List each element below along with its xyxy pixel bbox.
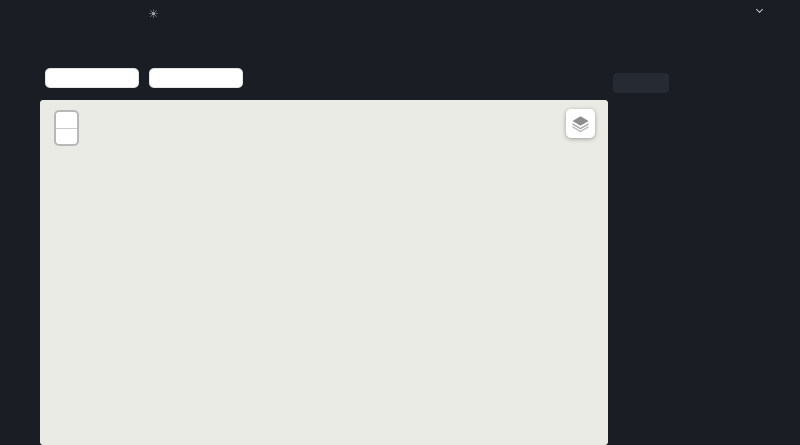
map-zoom-control xyxy=(54,110,79,146)
layers-button[interactable] xyxy=(566,109,595,138)
start-date-input[interactable] xyxy=(45,68,139,88)
chevron-down-icon xyxy=(756,6,763,13)
layers-icon xyxy=(571,114,590,133)
zoom-in-button[interactable] xyxy=(56,112,77,128)
map-canvas[interactable] xyxy=(40,100,608,445)
select-year-button[interactable] xyxy=(613,73,669,93)
user-menu[interactable] xyxy=(750,10,762,12)
theme-toggle-sun-icon[interactable]: ☀ xyxy=(148,7,159,21)
zoom-out-button[interactable] xyxy=(56,128,77,144)
end-date-input[interactable] xyxy=(149,68,243,88)
map-tiles xyxy=(40,100,608,445)
